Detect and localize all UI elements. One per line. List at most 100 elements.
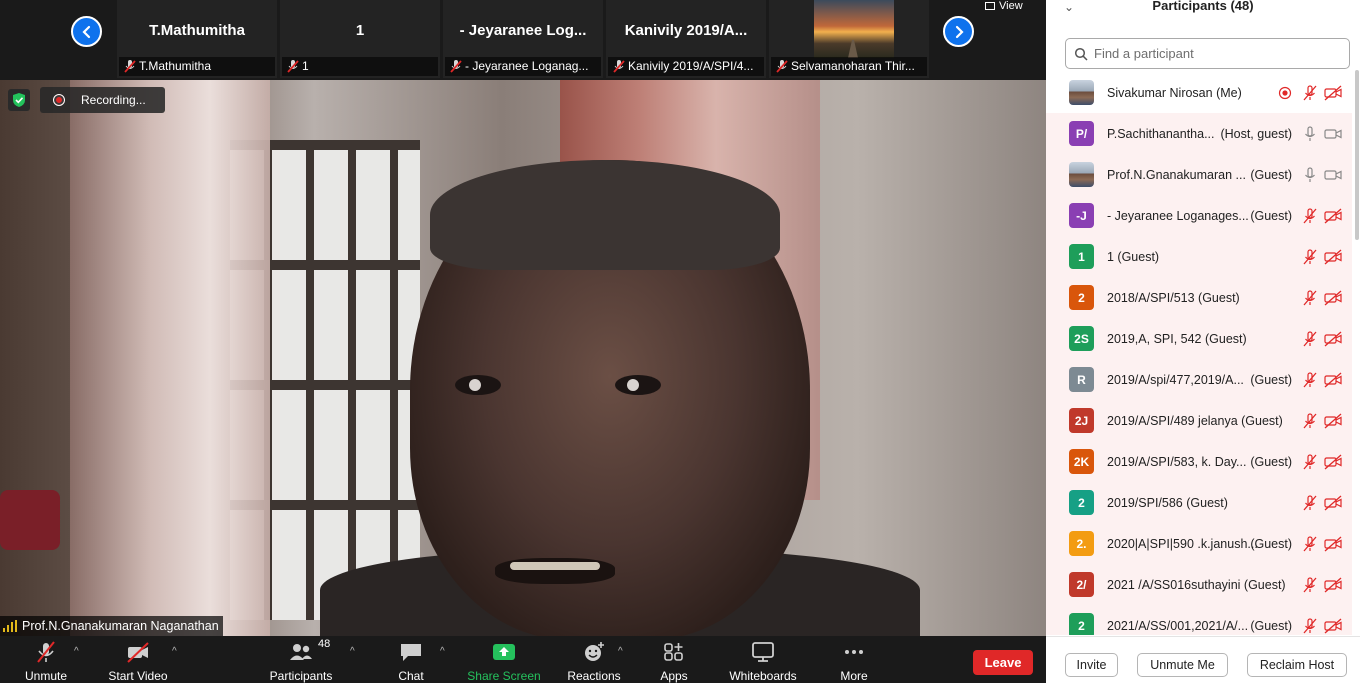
mic-muted-icon xyxy=(450,60,462,73)
view-button[interactable]: View xyxy=(985,0,1023,12)
participant-search[interactable] xyxy=(1065,38,1350,69)
video-icon[interactable] xyxy=(1324,126,1342,142)
video-off-icon[interactable] xyxy=(1324,85,1342,101)
participant-row[interactable]: P/P.Sachithanantha... (Host, guest) xyxy=(1046,113,1352,154)
whiteboards-button[interactable]: Whiteboards xyxy=(725,636,801,683)
participant-role: (Guest) xyxy=(1250,536,1292,551)
mic-muted-icon[interactable] xyxy=(1302,207,1318,224)
participant-row[interactable]: 2K 2019/A/SPI/583, k. Day... (Guest) xyxy=(1046,441,1352,482)
participant-list-scrollbar[interactable] xyxy=(1355,70,1359,240)
recording-indicator[interactable]: Recording... xyxy=(40,87,165,113)
meeting-toolbar: Unmute ^ Start Video ^ Participants 48 ^… xyxy=(0,636,1046,683)
video-options-caret[interactable]: ^ xyxy=(172,646,177,657)
mic-muted-icon[interactable] xyxy=(1302,412,1318,429)
avatar: 2/ xyxy=(1069,572,1094,597)
mic-muted-icon[interactable] xyxy=(1302,453,1318,470)
mic-muted-icon[interactable] xyxy=(1302,576,1318,593)
start-video-button[interactable]: Start Video xyxy=(104,636,172,683)
participant-row[interactable]: 2/2021 /A/SS016suthayini (Guest) xyxy=(1046,564,1352,605)
video-tile-2[interactable]: 1 1 xyxy=(280,0,440,78)
mic-icon[interactable] xyxy=(1302,166,1318,183)
mic-muted-icon[interactable] xyxy=(1302,289,1318,306)
chat-options-caret[interactable]: ^ xyxy=(440,646,445,657)
video-off-icon[interactable] xyxy=(1324,577,1342,593)
participant-row[interactable]: 2 2018/A/SPI/513 (Guest) xyxy=(1046,277,1352,318)
chevron-left-icon xyxy=(81,25,90,38)
signal-strength-icon xyxy=(3,620,17,632)
video-tile-1[interactable]: T.Mathumitha T.Mathumitha xyxy=(117,0,277,78)
mic-muted-icon[interactable] xyxy=(1302,330,1318,347)
mic-muted-icon xyxy=(124,60,136,73)
invite-button[interactable]: Invite xyxy=(1065,653,1118,677)
search-input[interactable] xyxy=(1094,46,1334,61)
reactions-options-caret[interactable]: ^ xyxy=(618,646,623,657)
speaker-mouth xyxy=(495,558,615,584)
mic-muted-icon xyxy=(37,641,55,663)
mic-muted-icon[interactable] xyxy=(1302,84,1318,101)
video-off-icon[interactable] xyxy=(1324,208,1342,224)
grid-view-icon xyxy=(985,2,995,10)
participants-icon xyxy=(290,644,312,660)
participant-row[interactable]: 2J 2019/A/SPI/489 jelanya (Guest) xyxy=(1046,400,1352,441)
video-off-icon[interactable] xyxy=(1324,495,1342,511)
participant-role: (Guest) xyxy=(1250,454,1292,469)
video-icon[interactable] xyxy=(1324,167,1342,183)
participant-name: 2018/A/SPI/513 (Guest) xyxy=(1107,290,1240,305)
mic-muted-icon xyxy=(287,60,299,73)
participant-name: 1 (Guest) xyxy=(1107,249,1160,264)
video-off-icon[interactable] xyxy=(1324,249,1342,265)
participant-row[interactable]: 2. 2020|A|SPI|590 .k.janush... (Guest) xyxy=(1046,523,1352,564)
mic-muted-icon[interactable] xyxy=(1302,248,1318,265)
participant-row[interactable]: 1 1 (Guest) xyxy=(1046,236,1352,277)
previous-page-button[interactable] xyxy=(71,16,102,47)
participant-role: (Guest) xyxy=(1250,208,1292,223)
mic-muted-icon[interactable] xyxy=(1302,617,1318,634)
participant-row[interactable]: 2 2019/SPI/586 (Guest) xyxy=(1046,482,1352,523)
gallery-strip: T.Mathumitha T.Mathumitha 1 1 - Jeyarane… xyxy=(0,0,1046,80)
participants-options-caret[interactable]: ^ xyxy=(350,646,355,657)
apps-button[interactable]: Apps xyxy=(654,636,694,683)
next-page-button[interactable] xyxy=(943,16,974,47)
participant-row[interactable]: Sivakumar Nirosan (Me) xyxy=(1046,72,1352,113)
avatar: R xyxy=(1069,367,1094,392)
video-tile-5[interactable]: Selvamanoharan Thir... xyxy=(769,0,929,78)
mic-icon[interactable] xyxy=(1302,125,1318,142)
video-off-icon[interactable] xyxy=(1324,331,1342,347)
more-button[interactable]: More xyxy=(834,636,874,683)
mic-muted-icon[interactable] xyxy=(1302,371,1318,388)
participant-row[interactable]: Prof.N.Gnanakumaran ... (Guest) xyxy=(1046,154,1352,195)
video-off-icon[interactable] xyxy=(1324,454,1342,470)
participant-name: 2021 /A/SS016suthayini (Guest) xyxy=(1107,577,1286,592)
participant-row[interactable]: R 2019/A/spi/477,2019/A... (Guest) xyxy=(1046,359,1352,400)
video-tile-4[interactable]: Kanivily 2019/A... Kanivily 2019/A/SPI/4… xyxy=(606,0,766,78)
mic-muted-icon[interactable] xyxy=(1302,535,1318,552)
participant-row[interactable]: -J - Jeyaranee Loganages... (Guest) xyxy=(1046,195,1352,236)
participant-name: 2019/A/SPI/489 jelanya (Guest) xyxy=(1107,413,1283,428)
video-off-icon[interactable] xyxy=(1324,372,1342,388)
reactions-icon xyxy=(585,642,604,661)
share-screen-button[interactable]: Share Screen xyxy=(467,636,541,683)
security-shield-icon[interactable] xyxy=(8,89,30,111)
video-off-icon[interactable] xyxy=(1324,536,1342,552)
mic-muted-icon[interactable] xyxy=(1302,494,1318,511)
tile-name-label: Selvamanoharan Thir... xyxy=(771,57,927,76)
participant-row[interactable]: 2S 2019,A, SPI, 542 (Guest) xyxy=(1046,318,1352,359)
participant-name: Sivakumar Nirosan (Me) xyxy=(1107,85,1242,100)
zoom-window: T.Mathumitha T.Mathumitha 1 1 - Jeyarane… xyxy=(0,0,1360,683)
participant-row[interactable]: 2 2021/A/SS/001,2021/A/... (Guest) xyxy=(1046,605,1352,635)
video-tile-3[interactable]: - Jeyaranee Log... - Jeyaranee Loganag..… xyxy=(443,0,603,78)
chat-button[interactable]: Chat xyxy=(393,636,429,683)
avatar: 1 xyxy=(1069,244,1094,269)
reactions-button[interactable]: Reactions xyxy=(565,636,623,683)
video-off-icon[interactable] xyxy=(1324,413,1342,429)
reclaim-host-button[interactable]: Reclaim Host xyxy=(1247,653,1347,677)
participant-count: 48 xyxy=(318,638,331,650)
leave-button[interactable]: Leave xyxy=(973,650,1033,675)
unmute-button[interactable]: Unmute xyxy=(20,636,72,683)
unmute-me-button[interactable]: Unmute Me xyxy=(1137,653,1228,677)
meeting-area: T.Mathumitha T.Mathumitha 1 1 - Jeyarane… xyxy=(0,0,1046,683)
audio-options-caret[interactable]: ^ xyxy=(74,646,79,657)
video-off-icon[interactable] xyxy=(1324,290,1342,306)
video-off-icon[interactable] xyxy=(1324,618,1342,634)
active-speaker-video xyxy=(0,80,1046,636)
